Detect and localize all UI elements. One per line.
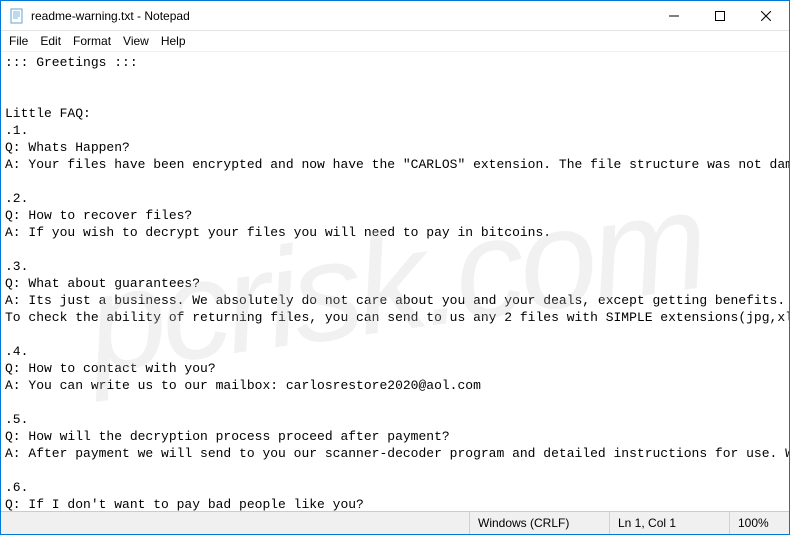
statusbar: Windows (CRLF) Ln 1, Col 1 100% <box>1 511 789 534</box>
menu-view[interactable]: View <box>117 32 155 50</box>
close-button[interactable] <box>743 1 789 31</box>
minimize-icon <box>669 11 679 21</box>
maximize-icon <box>715 11 725 21</box>
window-title: readme-warning.txt - Notepad <box>31 9 190 23</box>
notepad-window: readme-warning.txt - Notepad File Edit F… <box>0 0 790 535</box>
menubar: File Edit Format View Help <box>1 31 789 51</box>
status-position: Ln 1, Col 1 <box>609 512 729 534</box>
text-editor[interactable]: ::: Greetings ::: Little FAQ: .1. Q: Wha… <box>1 52 789 511</box>
minimize-button[interactable] <box>651 1 697 31</box>
close-icon <box>761 11 771 21</box>
notepad-icon <box>9 8 25 24</box>
status-line-ending: Windows (CRLF) <box>469 512 609 534</box>
menu-format[interactable]: Format <box>67 32 117 50</box>
titlebar: readme-warning.txt - Notepad <box>1 1 789 31</box>
titlebar-left: readme-warning.txt - Notepad <box>1 8 190 24</box>
menu-file[interactable]: File <box>3 32 34 50</box>
content-area: pcrisk.com ::: Greetings ::: Little FAQ:… <box>1 51 789 511</box>
menu-edit[interactable]: Edit <box>34 32 67 50</box>
menu-help[interactable]: Help <box>155 32 192 50</box>
window-controls <box>651 1 789 31</box>
status-zoom: 100% <box>729 512 789 534</box>
maximize-button[interactable] <box>697 1 743 31</box>
